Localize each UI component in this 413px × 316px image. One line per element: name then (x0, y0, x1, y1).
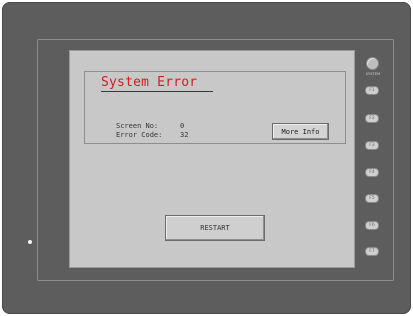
f2-key[interactable]: F2 (365, 114, 379, 123)
title-underline (101, 91, 213, 92)
screen-no-label: Screen No: (116, 122, 159, 130)
f4-key[interactable]: F4 (365, 168, 379, 177)
hmi-screen: System Error Screen No: 0 Error Code: 32… (69, 50, 355, 268)
error-code-label: Error Code: (116, 131, 163, 139)
f5-key[interactable]: F5 (365, 194, 379, 203)
f7-key[interactable]: F7 (365, 247, 379, 256)
f3-key[interactable]: F3 (365, 141, 379, 150)
screen-no-value: 0 (180, 122, 185, 130)
status-led-icon (28, 240, 32, 244)
error-code-value: 32 (180, 131, 189, 139)
hmi-bezel: System Error Screen No: 0 Error Code: 32… (2, 2, 411, 314)
f1-key[interactable]: F1 (365, 86, 379, 95)
error-panel: System Error Screen No: 0 Error Code: 32… (84, 71, 346, 144)
system-label: SYSTEM (365, 72, 381, 76)
more-info-button[interactable]: More Info (272, 123, 329, 140)
restart-button[interactable]: RESTART (165, 215, 265, 241)
error-title: System Error (101, 75, 198, 90)
system-button[interactable] (366, 57, 379, 70)
f6-key[interactable]: F6 (365, 221, 379, 230)
